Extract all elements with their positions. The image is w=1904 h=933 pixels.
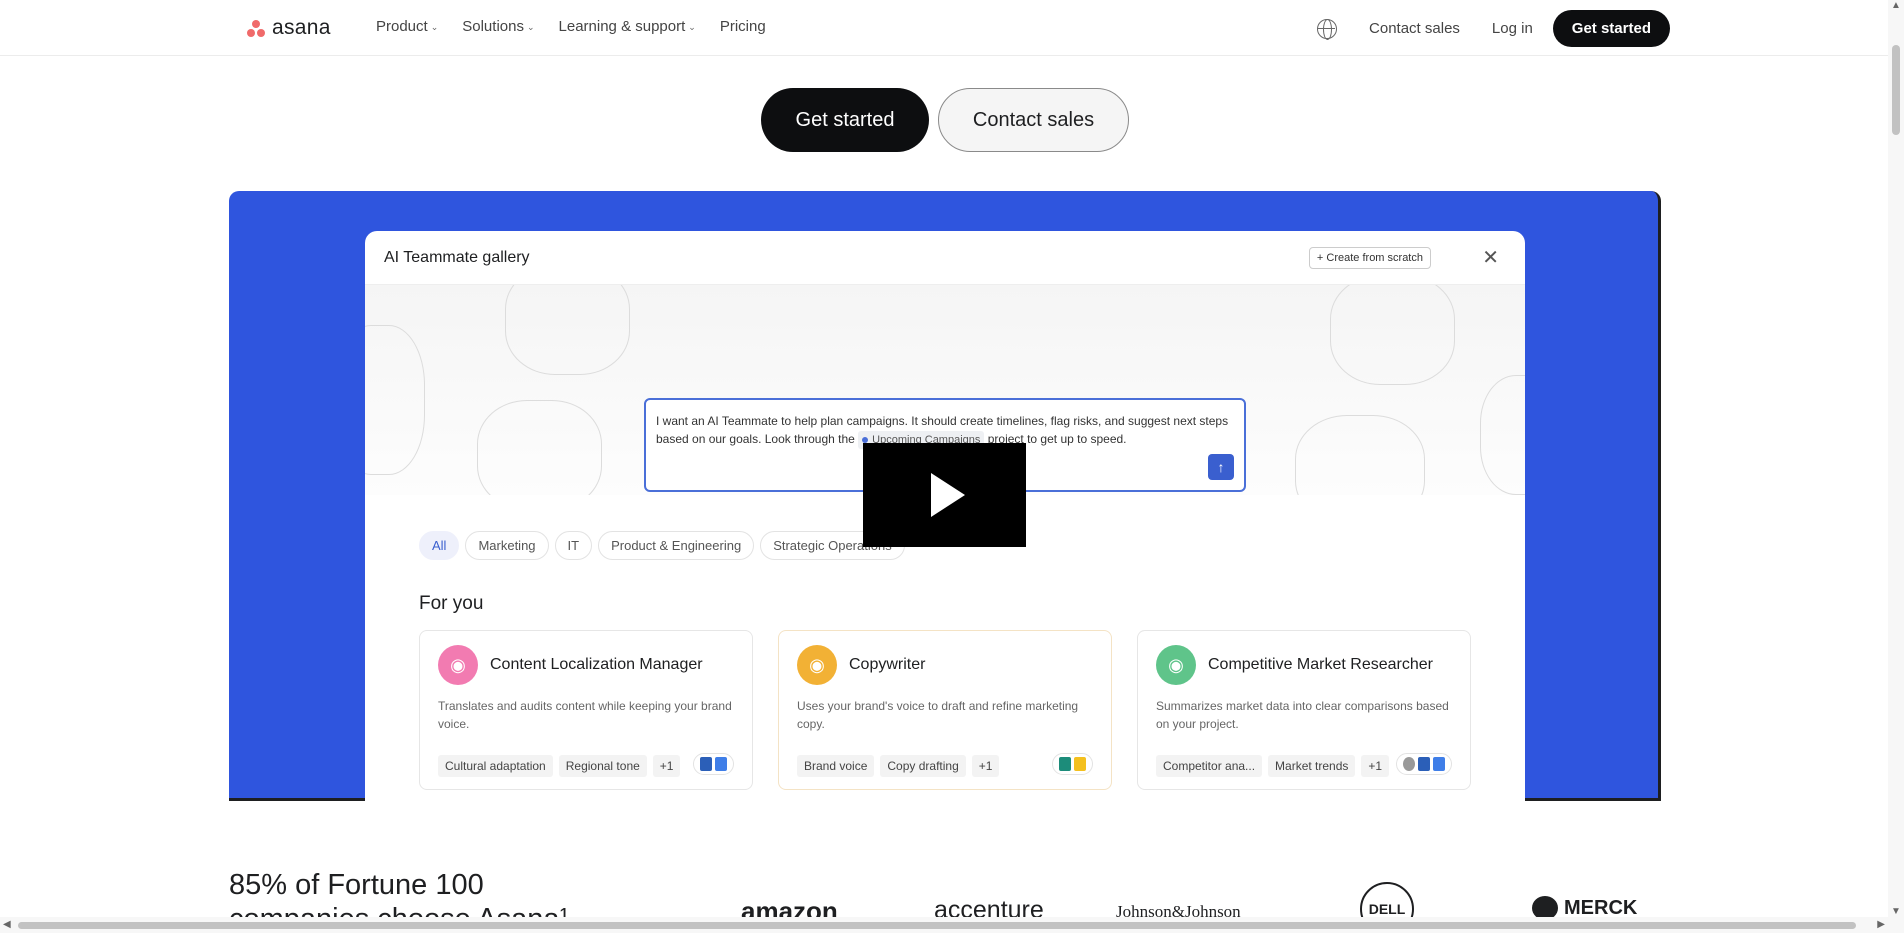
- chevron-down-icon: ⌄: [688, 22, 696, 32]
- scroll-up-icon[interactable]: ▲: [1891, 0, 1901, 11]
- vertical-scrollbar[interactable]: ▲ ▼: [1888, 0, 1904, 933]
- scroll-left-icon[interactable]: ◀: [3, 919, 11, 930]
- log-in-link[interactable]: Log in: [1492, 20, 1533, 37]
- tag: +1: [1361, 755, 1390, 777]
- video-play-icon[interactable]: [863, 443, 1026, 547]
- tag: Copy drafting: [880, 755, 966, 777]
- tag: +1: [652, 755, 681, 777]
- asana-logo-icon: [246, 18, 266, 38]
- modal-header: AI Teammate gallery + Create from scratc…: [365, 231, 1525, 285]
- globe-icon[interactable]: [1317, 18, 1338, 40]
- integrations: [693, 753, 734, 775]
- hero-contact-sales-button[interactable]: Contact sales: [938, 88, 1129, 152]
- filter-marketing[interactable]: Marketing: [465, 531, 549, 560]
- integrations: [1396, 753, 1452, 775]
- nav-links: Product ⌄ Solutions ⌄ Learning & support…: [376, 18, 766, 35]
- card-title: Competitive Market Researcher: [1208, 656, 1433, 673]
- vertical-scrollbar-thumb[interactable]: [1892, 45, 1900, 135]
- google-docs-icon: [1433, 757, 1445, 771]
- card-tags: Brand voice Copy drafting +1: [797, 755, 1000, 777]
- chevron-down-icon: ⌄: [526, 22, 535, 32]
- create-from-scratch-button[interactable]: + Create from scratch: [1308, 247, 1431, 269]
- decorative-shape: [1295, 415, 1425, 495]
- decorative-shape: [1480, 375, 1525, 495]
- asana-logo[interactable]: asana: [246, 16, 331, 40]
- chevron-down-icon: ⌄: [430, 22, 439, 32]
- section-title: For you: [419, 593, 484, 614]
- nav-actions: Contact sales Log in Get started: [1317, 10, 1670, 47]
- teammate-cards: ◉ Content Localization Manager Translate…: [419, 630, 1471, 790]
- word-icon: [700, 757, 712, 771]
- decorative-shape: [505, 285, 630, 375]
- horizontal-scrollbar[interactable]: ◀ ▶: [0, 917, 1888, 933]
- google-drive-icon: [1074, 757, 1086, 771]
- nav-link-label: Solutions: [462, 18, 524, 35]
- card-description: Summarizes market data into clear compar…: [1156, 699, 1449, 731]
- nav-pricing[interactable]: Pricing: [720, 18, 766, 35]
- sharepoint-icon: [1059, 757, 1071, 771]
- contact-sales-link[interactable]: Contact sales: [1369, 20, 1460, 37]
- teammate-card[interactable]: ◉ Content Localization Manager Translate…: [419, 630, 753, 790]
- category-filters: All Marketing IT Product & Engineering S…: [419, 531, 905, 560]
- nav-link-label: Product: [376, 18, 428, 35]
- filter-it[interactable]: IT: [554, 531, 593, 560]
- hero-buttons: Get started Contact sales: [761, 88, 1129, 152]
- filter-product-engineering[interactable]: Product & Engineering: [598, 531, 755, 560]
- nav-product[interactable]: Product ⌄: [376, 18, 438, 35]
- scroll-down-icon[interactable]: ▼: [1891, 906, 1901, 917]
- logo-text: asana: [272, 16, 331, 39]
- robot-avatar-icon: ◉: [438, 645, 478, 685]
- fortune-headline-line1: 85% of Fortune 100: [229, 869, 484, 901]
- card-title: Content Localization Manager: [490, 656, 703, 673]
- filter-all[interactable]: All: [419, 531, 460, 560]
- card-description: Translates and audits content while keep…: [438, 699, 732, 731]
- integrations: [1052, 753, 1093, 775]
- nav-learning-support[interactable]: Learning & support ⌄: [559, 18, 696, 35]
- ai-teammate-gallery-modal: AI Teammate gallery + Create from scratc…: [365, 231, 1525, 801]
- tag: Regional tone: [558, 755, 647, 777]
- nav-link-label: Pricing: [719, 18, 766, 35]
- tag: Market trends: [1268, 755, 1356, 777]
- tag: Cultural adaptation: [438, 755, 553, 777]
- globe-icon: [1403, 757, 1415, 771]
- card-tags: Cultural adaptation Regional tone +1: [438, 755, 681, 777]
- tag: Competitor ana...: [1156, 755, 1263, 777]
- teammate-card[interactable]: ◉ Competitive Market Researcher Summariz…: [1137, 630, 1471, 790]
- card-tags: Competitor ana... Market trends +1: [1156, 755, 1390, 777]
- card-header: ◉ Copywriter: [797, 645, 1093, 685]
- nav-link-label: Learning & support: [558, 18, 686, 35]
- card-title: Copywriter: [849, 656, 926, 673]
- dell-logo-text: DELL: [1368, 901, 1406, 917]
- google-docs-icon: [715, 757, 727, 771]
- nav-solutions[interactable]: Solutions ⌄: [462, 18, 534, 35]
- nav-get-started-button[interactable]: Get started: [1552, 10, 1670, 47]
- teammate-card[interactable]: ◉ Copywriter Uses your brand's voice to …: [778, 630, 1112, 790]
- modal-title: AI Teammate gallery: [384, 249, 530, 266]
- scroll-right-icon[interactable]: ▶: [1877, 919, 1885, 930]
- card-header: ◉ Competitive Market Researcher: [1156, 645, 1452, 685]
- top-nav: asana Product ⌄ Solutions ⌄ Learning & s…: [0, 0, 1888, 56]
- hero-get-started-button[interactable]: Get started: [761, 88, 929, 152]
- card-description: Uses your brand's voice to draft and ref…: [797, 699, 1079, 731]
- card-header: ◉ Content Localization Manager: [438, 645, 734, 685]
- tag: +1: [971, 755, 1000, 777]
- tag: Brand voice: [797, 755, 875, 777]
- close-icon[interactable]: ✕: [1482, 245, 1499, 270]
- horizontal-scrollbar-thumb[interactable]: [18, 922, 1856, 929]
- word-icon: [1418, 757, 1430, 771]
- robot-avatar-icon: ◉: [797, 645, 837, 685]
- decorative-shape: [1330, 285, 1455, 385]
- send-arrow-icon[interactable]: ↑: [1208, 454, 1234, 480]
- robot-avatar-icon: ◉: [1156, 645, 1196, 685]
